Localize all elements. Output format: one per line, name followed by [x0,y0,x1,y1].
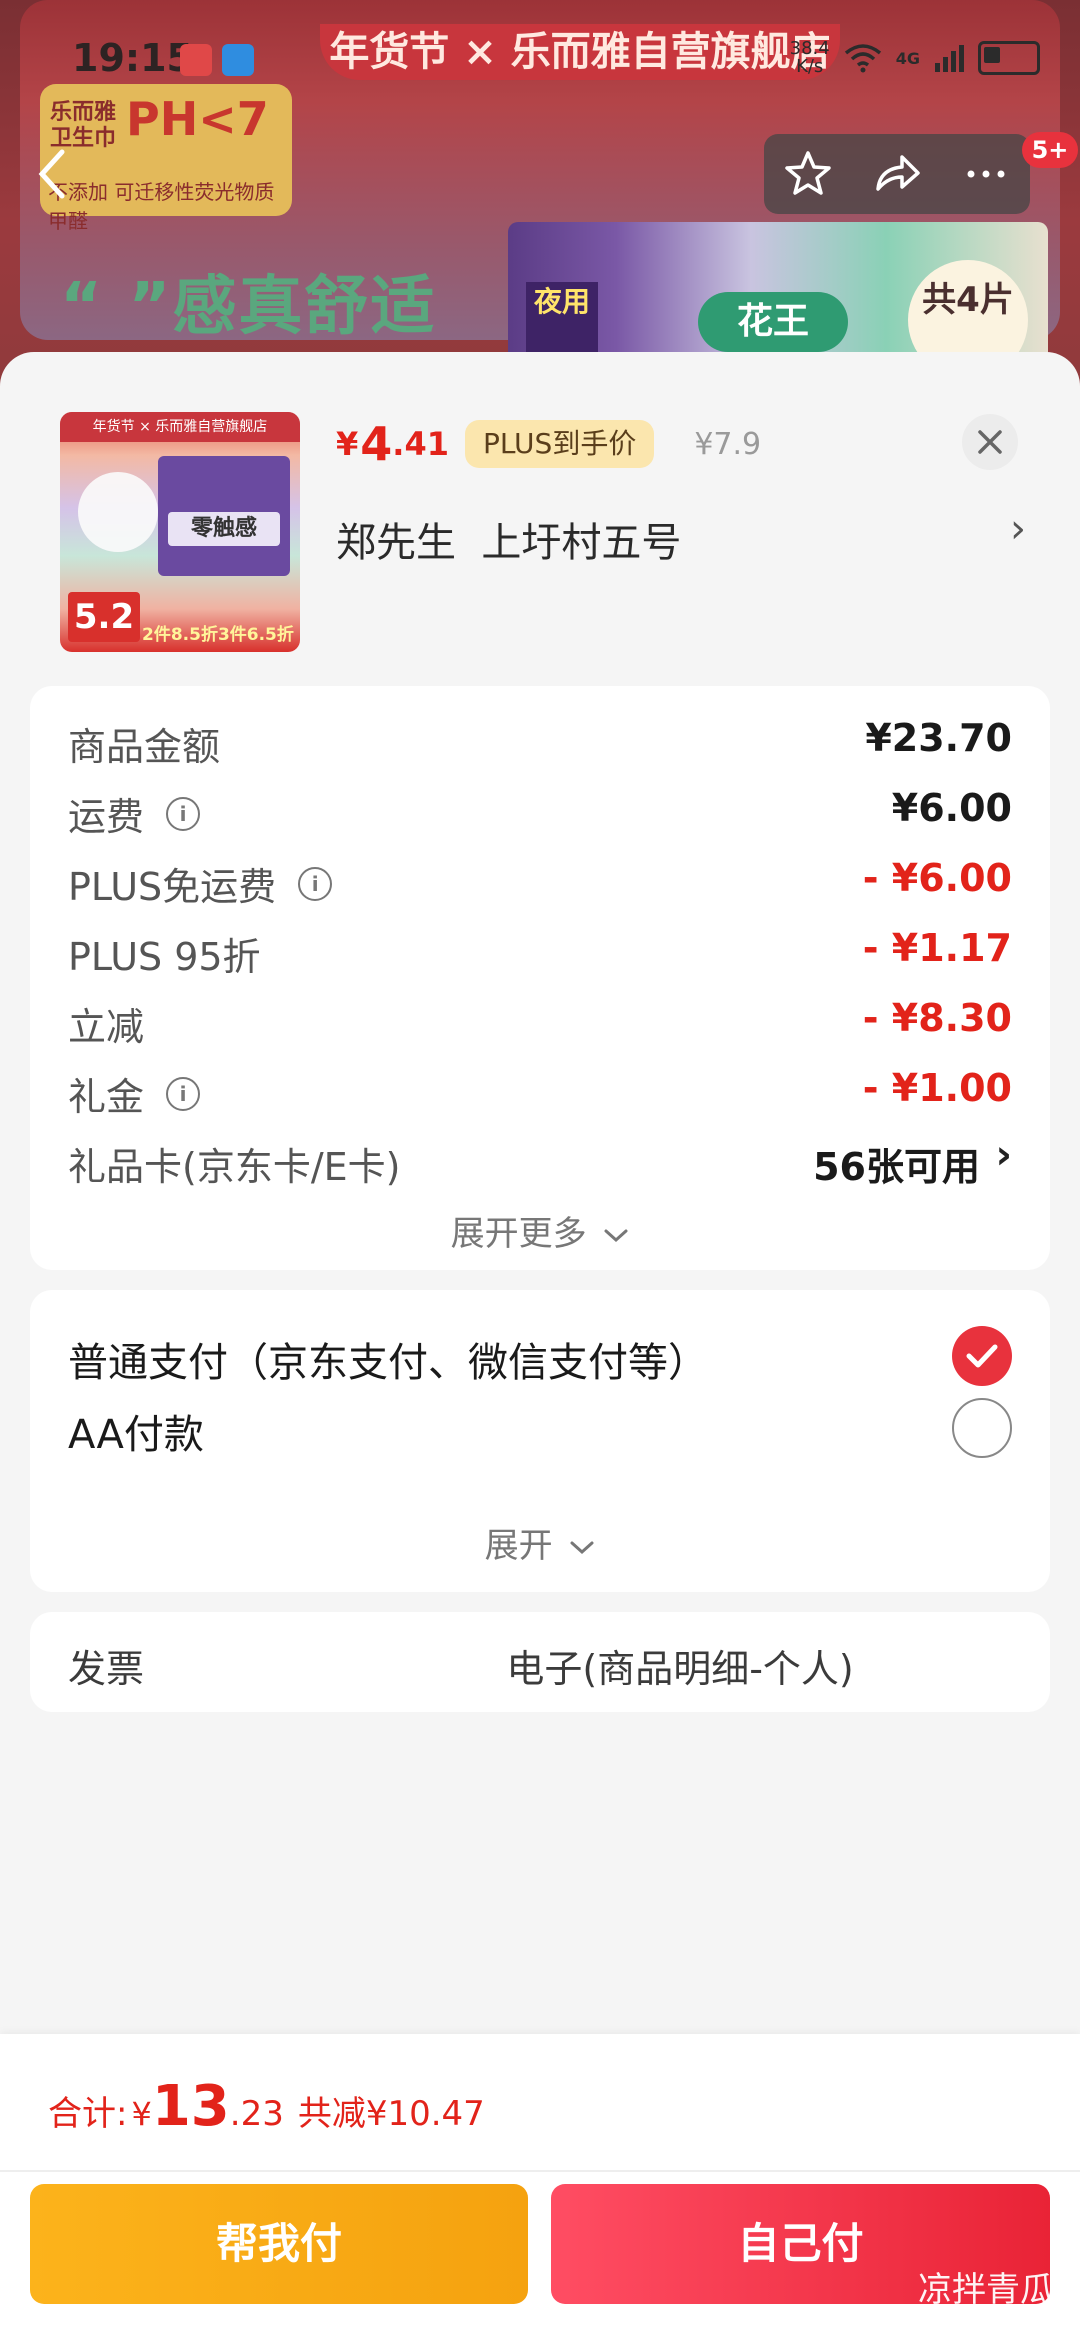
back-button[interactable] [26,132,78,216]
thumbnail-promo: 2件8.5折3件6.5折 [142,625,294,645]
payment-method-card: 普通支付（京东支付、微信支付等） AA付款 展开 [30,1290,1050,1592]
payment-option-label: 普通支付（京东支付、微信支付等） [68,1340,708,1386]
fee-value: ¥23.70 [865,716,1012,760]
total-symbol: ¥ [131,2095,152,2133]
notification-app-icon [180,44,212,76]
message-count-badge: 5+ [1022,132,1078,168]
address-selector[interactable]: 郑先生 上圩村五号 › [336,502,1026,566]
plus-price-tag: PLUS到手价 [464,420,655,468]
fee-value: - ¥1.00 [862,1066,1012,1110]
status-right-group: 38.4 K/s 4G [790,40,1040,76]
invoice-card[interactable]: 发票 电子(商品明细-个人) [30,1612,1050,1712]
info-icon[interactable]: i [298,866,333,901]
total-row: 合计: ¥ 13 .23 共减¥10.47 [48,2074,485,2146]
delivery-address: 郑先生 上圩村五号 [336,520,682,566]
info-icon[interactable]: i [166,796,201,831]
chevron-down-icon [570,1541,594,1554]
price-decimal: .41 [392,425,449,463]
fee-row-gift-card[interactable]: 礼品卡(京东卡/E卡) 56张可用 › [68,1130,1012,1190]
star-icon [785,151,832,195]
fee-label: 运费 i [68,786,201,841]
fee-label: PLUS免运费 i [68,856,333,911]
top-action-group [764,134,1030,214]
thumbnail-store-strip: 年货节 × 乐而雅自营旗舰店 [60,412,300,442]
network-speed: 38.4 K/s [789,38,830,77]
fee-value: - ¥6.00 [862,856,1012,900]
fee-value: - ¥1.17 [862,926,1012,970]
package-brand: 花王 [698,292,848,352]
total-label: 合计: [48,2094,128,2134]
thumbnail-brand: 零触感 [168,512,280,546]
checkmark-icon [966,1344,998,1368]
total-integer: 13 [151,2074,230,2139]
expand-more-button[interactable]: 展开更多 [30,1206,1050,1255]
close-icon [978,430,1002,454]
expand-payment-button[interactable]: 展开 [30,1518,1050,1567]
fee-row-goods: 商品金额 ¥23.70 [68,710,1012,770]
fee-row-instant-discount: 立减 - ¥8.30 [68,990,1012,1050]
more-dots-icon [967,170,1005,178]
wifi-icon [844,44,881,73]
status-bar: 19:15 38.4 K/s 4G [0,30,1080,90]
fee-value: 56张可用 [813,1145,980,1189]
fee-value: - ¥8.30 [862,996,1012,1040]
fee-row-gift-money: 礼金 i - ¥1.00 [68,1060,1012,1120]
battery-icon [978,41,1040,75]
thumbnail-price: 5.2 [68,592,140,642]
price-row: ¥ 4 .41 PLUS到手价 ¥7.9 [336,412,761,476]
chevron-right-icon: › [995,1132,1012,1178]
total-decimal: .23 [229,2094,284,2134]
signal-icon [935,45,964,72]
payment-option-label: AA付款 [68,1412,204,1458]
radio-unchecked[interactable] [952,1398,1012,1458]
signal-type: 4G [895,48,920,68]
thumbnail-package: 零触感 [158,456,290,576]
help-me-pay-button[interactable]: 帮我付 [30,2184,528,2304]
radio-checked[interactable] [952,1326,1012,1386]
status-time: 19:15 [72,36,193,80]
footer-divider [0,2170,1080,2172]
fee-label: 立减 [68,1005,145,1049]
thumbnail-pad-image [78,472,158,552]
favorite-button[interactable] [776,142,840,206]
checkout-sheet: 年货节 × 乐而雅自营旗舰店 零触感 5.2 2件8.5折3件6.5折 ¥ 4 … [0,352,1080,2042]
share-icon [876,155,920,191]
chevron-down-icon [604,1229,628,1242]
fee-label: 礼品卡(京东卡/E卡) [68,1145,401,1189]
chevron-left-icon [38,149,65,199]
ph-badge-text: PH<7 [126,92,269,146]
fee-label: PLUS 95折 [68,935,261,979]
checkout-footer: 合计: ¥ 13 .23 共减¥10.47 帮我付 自己付 凉拌青瓜 [0,2034,1080,2340]
close-button[interactable] [962,414,1018,470]
total-saved: 共减¥10.47 [297,2094,485,2134]
info-icon[interactable]: i [166,1076,201,1111]
fee-row-plus-discount: PLUS 95折 - ¥1.17 [68,920,1012,980]
chevron-right-icon: › [1010,506,1026,552]
invoice-row: 发票 电子(商品明细-个人) [68,1647,854,1691]
shield-app-icon [222,44,254,76]
ph-badge-sub: 不添加 可迁移性荧光物质甲醛 [48,180,275,233]
more-button[interactable] [954,142,1018,206]
payment-option-normal[interactable]: 普通支付（京东支付、微信支付等） [68,1320,1012,1390]
fee-value: ¥6.00 [891,786,1012,830]
fee-breakdown-card: 商品金额 ¥23.70 运费 i ¥6.00 PLUS免运费 i - ¥6.00 P… [30,686,1050,1270]
fee-label: 礼金 i [68,1066,201,1121]
watermark-text: 凉拌青瓜 [918,2270,1054,2310]
share-button[interactable] [865,142,929,206]
fee-row-shipping: 运费 i ¥6.00 [68,780,1012,840]
product-thumbnail[interactable]: 年货节 × 乐而雅自营旗舰店 零触感 5.2 2件8.5折3件6.5折 [60,412,300,652]
fee-label: 商品金额 [68,725,221,769]
price-symbol: ¥ [336,425,359,463]
price-integer: 4 [360,417,393,471]
original-price: ¥7.9 [694,426,762,462]
fee-row-plus-free-shipping: PLUS免运费 i - ¥6.00 [68,850,1012,910]
slogan-text: “ ”感真舒适 [60,270,437,344]
payment-option-aa[interactable]: AA付款 [68,1392,1012,1462]
